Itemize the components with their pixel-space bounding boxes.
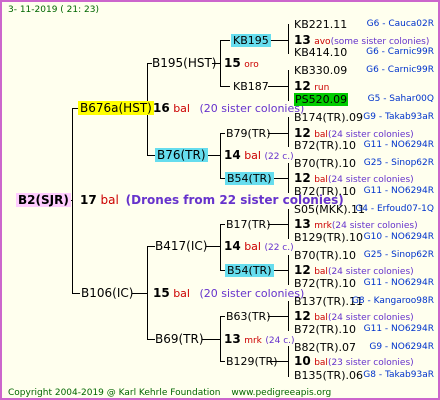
gen4-name[interactable]: B129(TR).10 bbox=[294, 231, 363, 244]
gen1-top-info: 16 bal (20 sister colonies) bbox=[153, 101, 305, 116]
gen4-code: G11 - NO6294R bbox=[363, 140, 434, 150]
gen4-code: G5 - Sahar00Q bbox=[367, 94, 434, 104]
gen4-code: G6 - Cauca02R bbox=[366, 19, 434, 29]
gen4-name[interactable]: B72(TR).10 bbox=[294, 277, 356, 290]
gen4-code: G8 - Kangaroo98R bbox=[351, 296, 434, 306]
b129-info: 10 bal(23 sister colonies) bbox=[294, 354, 414, 369]
footer: Copyright 2004-2019 @ Karl Kehrle Founda… bbox=[8, 388, 332, 398]
gen2-b195-info: 15 oro bbox=[224, 56, 259, 71]
connector bbox=[72, 293, 80, 294]
connector bbox=[220, 40, 230, 41]
gen4-code: G6 - Carnic99R bbox=[366, 65, 434, 75]
gen4-name[interactable]: B174(TR).09 bbox=[294, 111, 363, 124]
gen2-b417-info: 14 bal (22 c.) bbox=[224, 239, 294, 254]
gen4-name[interactable]: KB414.10 bbox=[294, 46, 347, 59]
root-node[interactable]: B2(SJR) bbox=[16, 193, 71, 207]
connector bbox=[268, 133, 289, 134]
gen3-b54b-node[interactable]: B54(TR) bbox=[225, 264, 274, 277]
connector bbox=[132, 293, 148, 294]
gen4-name[interactable]: B72(TR).10 bbox=[294, 139, 356, 152]
gen4-name[interactable]: B82(TR).07 bbox=[294, 341, 356, 354]
connector bbox=[268, 316, 289, 317]
connector bbox=[268, 40, 289, 41]
gen4-name[interactable]: B135(TR).06 bbox=[294, 369, 363, 382]
gen3-kb187-node[interactable]: KB187 bbox=[233, 80, 269, 93]
connector bbox=[220, 316, 225, 317]
gen4-code: G8 - Takab93aR bbox=[363, 370, 434, 380]
connector bbox=[220, 133, 225, 134]
connector bbox=[268, 224, 289, 225]
pedigree-canvas: 3- 11-2019 ( 21: 23) B2(SJR) 17 bal (Dro… bbox=[0, 0, 440, 400]
gen4-name[interactable]: B70(TR).10 bbox=[294, 157, 356, 170]
gen2-b76-node[interactable]: B76(TR) bbox=[155, 148, 208, 162]
gen2-b69-node[interactable]: B69(TR) bbox=[155, 332, 204, 346]
gen4-code: G11 - NO6294R bbox=[363, 278, 434, 288]
gen1-top-node[interactable]: B676a(HST) bbox=[78, 101, 154, 115]
gen3-b63-node[interactable]: B63(TR) bbox=[226, 310, 271, 323]
gen1-bottom-info: 15 bal (20 sister colonies) bbox=[153, 286, 305, 301]
gen4-name[interactable]: KB330.09 bbox=[294, 64, 347, 77]
gen3-kb195-node[interactable]: KB195 bbox=[231, 34, 271, 47]
gen4-name[interactable]: KB221.11 bbox=[294, 18, 347, 31]
gen4-code: G11 - NO6294R bbox=[363, 186, 434, 196]
gen4-code: G10 - NO6294R bbox=[363, 232, 434, 242]
connector bbox=[220, 86, 230, 87]
gen4-code: G4 - Erfoud07-1Q bbox=[355, 204, 434, 214]
connector bbox=[147, 155, 155, 156]
gen2-b69-info: 13 mrk (24 c.) bbox=[224, 332, 295, 347]
gen4-name[interactable]: B72(TR).10 bbox=[294, 323, 356, 336]
connector bbox=[220, 133, 221, 179]
gen4-code: G9 - Takab93aR bbox=[363, 112, 434, 122]
gen3-b129-node[interactable]: B129(TR) bbox=[226, 355, 278, 368]
gen4-code: G25 - Sinop62R bbox=[363, 158, 434, 168]
gen3-b54a-node[interactable]: B54(TR) bbox=[225, 172, 274, 185]
connector bbox=[288, 24, 289, 54]
gen3-b79-node[interactable]: B79(TR) bbox=[226, 127, 271, 140]
gen4-name[interactable]: PS520.09 bbox=[294, 93, 349, 106]
connector bbox=[220, 361, 225, 362]
gen4-code: G25 - Sinop62R bbox=[363, 250, 434, 260]
connector bbox=[220, 224, 225, 225]
gen2-b76-info: 14 bal (22 c.) bbox=[224, 148, 294, 163]
gen4-code: G9 - NO6294R bbox=[369, 342, 434, 352]
gen4-code: G11 - NO6294R bbox=[363, 324, 434, 334]
gen4-name[interactable]: S05(MKK).11 bbox=[294, 203, 365, 216]
connector bbox=[202, 339, 221, 340]
gen3-b17-node[interactable]: B17(TR) bbox=[226, 218, 271, 231]
connector bbox=[72, 108, 73, 294]
root-name: B2(SJR) bbox=[16, 193, 71, 207]
gen4-name[interactable]: B70(TR).10 bbox=[294, 249, 356, 262]
connector bbox=[206, 246, 221, 247]
connector bbox=[268, 86, 289, 87]
gen4-code: G6 - Carnic99R bbox=[366, 47, 434, 57]
header-date: 3- 11-2019 ( 21: 23) bbox=[8, 5, 99, 15]
connector bbox=[147, 246, 155, 247]
gen4-name[interactable]: B72(TR).10 bbox=[294, 185, 356, 198]
connector bbox=[147, 339, 155, 340]
connector bbox=[288, 117, 289, 147]
connector bbox=[220, 224, 221, 271]
gen2-b195-node[interactable]: B195(HST) bbox=[152, 56, 216, 70]
gen2-b417-node[interactable]: B417(IC) bbox=[155, 239, 207, 253]
gen1-bottom-node[interactable]: B106(IC) bbox=[81, 286, 133, 300]
